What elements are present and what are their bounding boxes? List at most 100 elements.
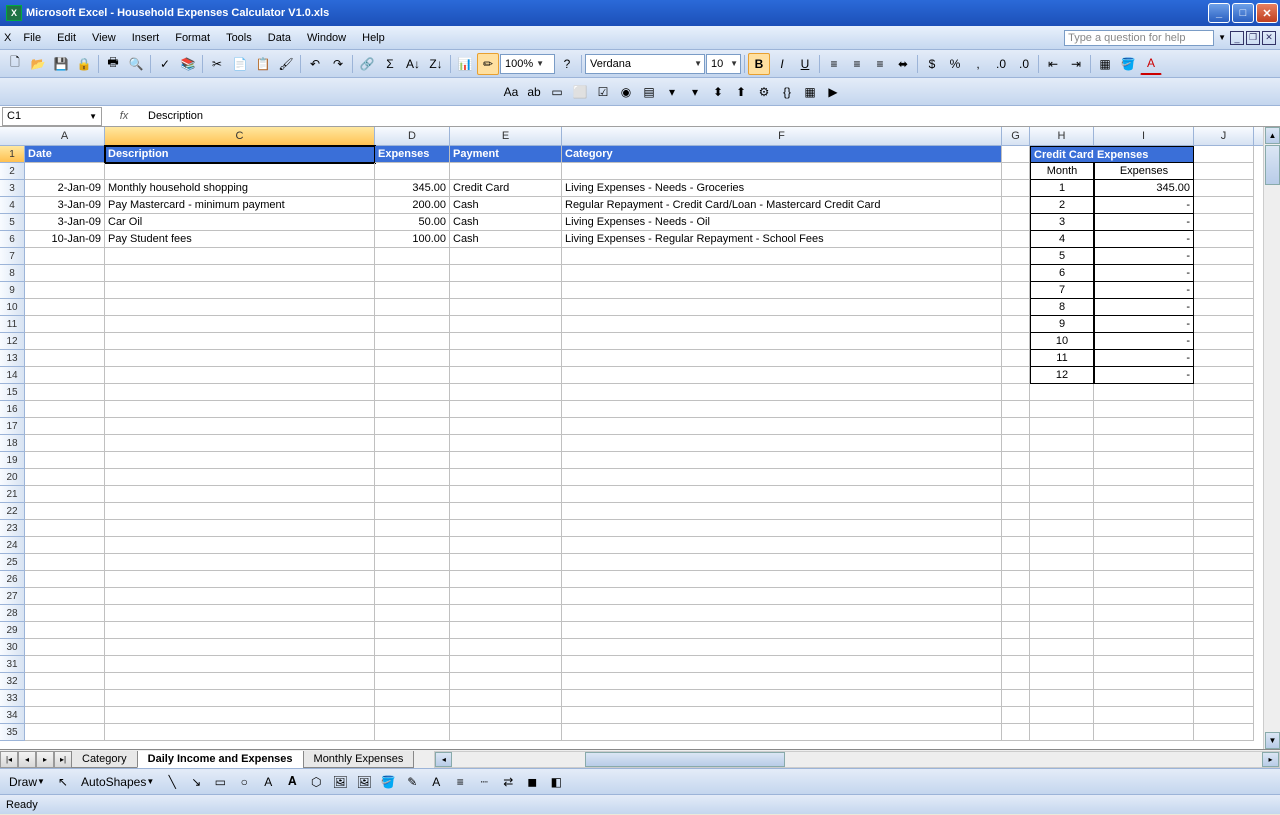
cell-date[interactable] xyxy=(25,401,105,418)
cell-cat[interactable] xyxy=(562,435,1002,452)
line-color-icon[interactable]: ✎ xyxy=(401,771,423,793)
3d-icon[interactable]: ◧ xyxy=(545,771,567,793)
cell-cat[interactable] xyxy=(562,469,1002,486)
cell-cat[interactable] xyxy=(562,316,1002,333)
clipart-icon[interactable]: 🖼 xyxy=(329,771,351,793)
cell-pay[interactable] xyxy=(450,537,562,554)
cell[interactable] xyxy=(1194,316,1254,333)
help-search-input[interactable] xyxy=(1064,30,1214,46)
cell-pay[interactable]: Cash xyxy=(450,214,562,231)
cell-exp[interactable] xyxy=(375,622,450,639)
cell[interactable] xyxy=(1002,554,1030,571)
cell-date[interactable] xyxy=(25,622,105,639)
print-icon[interactable]: 🖶 xyxy=(102,53,124,75)
format-painter-icon[interactable]: 🖌 xyxy=(275,53,297,75)
cell[interactable] xyxy=(1030,384,1094,401)
cell[interactable] xyxy=(1094,384,1194,401)
cell-pay[interactable] xyxy=(450,707,562,724)
cell-exp[interactable] xyxy=(375,554,450,571)
cell-desc[interactable]: Monthly household shopping xyxy=(105,180,375,197)
row-header-32[interactable]: 32 xyxy=(0,673,25,690)
row-header-20[interactable]: 20 xyxy=(0,469,25,486)
cell-exp[interactable] xyxy=(375,486,450,503)
column-header-F[interactable]: F xyxy=(562,127,1002,146)
cell[interactable] xyxy=(1194,333,1254,350)
row-header-15[interactable]: 15 xyxy=(0,384,25,401)
row-header-30[interactable]: 30 xyxy=(0,639,25,656)
formula-input[interactable]: Description xyxy=(144,110,1280,122)
open-icon[interactable]: 📂 xyxy=(27,53,49,75)
row-header-13[interactable]: 13 xyxy=(0,350,25,367)
cell-pay[interactable] xyxy=(450,503,562,520)
print-preview-icon[interactable]: 🔍 xyxy=(125,53,147,75)
cell[interactable] xyxy=(1002,452,1030,469)
cell[interactable] xyxy=(1002,435,1030,452)
fill-color-icon[interactable]: 🪣 xyxy=(1117,53,1139,75)
cell-cc-exp[interactable]: - xyxy=(1094,350,1194,367)
autosum-icon[interactable]: Σ xyxy=(379,53,401,75)
arrow-icon[interactable]: ↘ xyxy=(185,771,207,793)
cell-cat[interactable]: Regular Repayment - Credit Card/Loan - M… xyxy=(562,197,1002,214)
header-payment[interactable]: Payment xyxy=(450,146,562,163)
cell-pay[interactable] xyxy=(450,367,562,384)
subheader-expenses[interactable]: Expenses xyxy=(1094,163,1194,180)
cell-pay[interactable] xyxy=(450,639,562,656)
cell-pay[interactable] xyxy=(450,384,562,401)
wordart-icon[interactable]: 𝐀 xyxy=(281,771,303,793)
help-icon[interactable]: ? xyxy=(556,53,578,75)
cell-cat[interactable] xyxy=(562,350,1002,367)
cell[interactable] xyxy=(1094,537,1194,554)
cell[interactable] xyxy=(1094,469,1194,486)
increase-decimal-icon[interactable]: .0 xyxy=(990,53,1012,75)
font-size-combo[interactable]: 10▼ xyxy=(706,54,741,74)
cell-date[interactable] xyxy=(25,554,105,571)
cell[interactable] xyxy=(1030,554,1094,571)
cell-exp[interactable] xyxy=(375,384,450,401)
properties-icon[interactable]: ⚙ xyxy=(753,81,775,103)
cell-desc[interactable]: Pay Mastercard - minimum payment xyxy=(105,197,375,214)
cell[interactable] xyxy=(105,163,375,180)
cell-exp[interactable] xyxy=(375,588,450,605)
cell-pay[interactable] xyxy=(450,282,562,299)
cell-exp[interactable] xyxy=(375,435,450,452)
cell[interactable] xyxy=(1094,486,1194,503)
cell-desc[interactable] xyxy=(105,605,375,622)
cell-exp[interactable] xyxy=(375,673,450,690)
arrow-style-icon[interactable]: ⇄ xyxy=(497,771,519,793)
cell[interactable] xyxy=(1194,656,1254,673)
cell-pay[interactable] xyxy=(450,333,562,350)
next-sheet-button[interactable]: ▸ xyxy=(36,751,54,768)
decrease-indent-icon[interactable]: ⇤ xyxy=(1042,53,1064,75)
line-icon[interactable]: ╲ xyxy=(161,771,183,793)
cell-desc[interactable] xyxy=(105,520,375,537)
cell-cc-exp[interactable]: - xyxy=(1094,265,1194,282)
menu-view[interactable]: View xyxy=(84,30,124,46)
cell-date[interactable] xyxy=(25,469,105,486)
spreadsheet-grid[interactable]: ACDEFGHIJ 123456789101112131415161718192… xyxy=(0,127,1280,749)
subheader-month[interactable]: Month xyxy=(1030,163,1094,180)
zoom-combo[interactable]: 100%▼ xyxy=(500,54,555,74)
cell-exp[interactable]: 50.00 xyxy=(375,214,450,231)
redo-icon[interactable]: ↷ xyxy=(327,53,349,75)
menu-file[interactable]: File xyxy=(15,30,49,46)
cell[interactable] xyxy=(1194,622,1254,639)
cell-date[interactable] xyxy=(25,316,105,333)
row-header-35[interactable]: 35 xyxy=(0,724,25,741)
cell-exp[interactable] xyxy=(375,724,450,741)
cell-date[interactable] xyxy=(25,452,105,469)
cell-desc[interactable] xyxy=(105,282,375,299)
vertical-scrollbar[interactable]: ▲ ▼ xyxy=(1263,127,1280,749)
cell-exp[interactable] xyxy=(375,571,450,588)
cell-cat[interactable] xyxy=(562,639,1002,656)
doc-restore-button[interactable]: ❐ xyxy=(1246,31,1260,45)
line-style-icon[interactable]: ≡ xyxy=(449,771,471,793)
cell-pay[interactable] xyxy=(450,418,562,435)
cell-exp[interactable] xyxy=(375,316,450,333)
increase-indent-icon[interactable]: ⇥ xyxy=(1065,53,1087,75)
cell[interactable] xyxy=(1002,231,1030,248)
cell[interactable] xyxy=(1194,503,1254,520)
button-icon[interactable]: ⬜ xyxy=(569,81,591,103)
borders-icon[interactable]: ▦ xyxy=(1094,53,1116,75)
cell-date[interactable]: 10-Jan-09 xyxy=(25,231,105,248)
cell[interactable] xyxy=(1002,163,1030,180)
